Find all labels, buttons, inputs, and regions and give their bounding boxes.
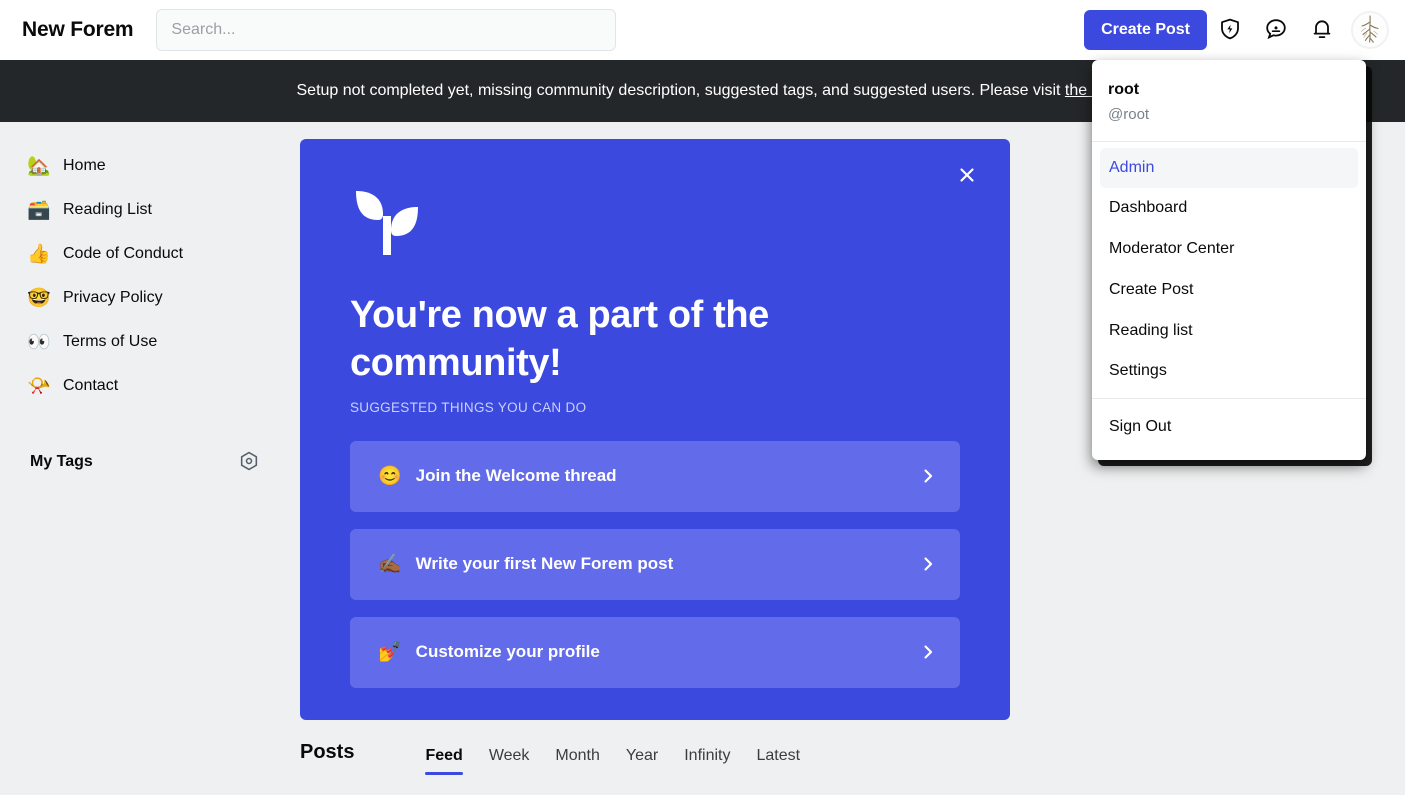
tab-infinity[interactable]: Infinity [671,746,743,775]
dropdown-user-name: root [1108,81,1140,98]
left-sidebar: 🏡 Home 🗃️ Reading List 👍 Code of Conduct… [0,122,300,795]
top-header: New Forem Create Post [0,0,1405,60]
chat-bubble-icon [1264,17,1288,44]
bell-icon-button[interactable] [1299,7,1345,53]
shield-lightning-icon [1218,17,1242,44]
my-tags-header: My Tags [24,444,276,480]
dropdown-item-create-post[interactable]: Create Post [1100,270,1358,311]
welcome-card: You're now a part of the community! SUGG… [300,139,1010,720]
site-logo-link[interactable]: New Forem [22,18,134,42]
suggested-actions-list: 😊 Join the Welcome thread ✍🏾 Write your … [350,440,960,688]
nail-polish-icon: 💅 [378,642,402,664]
avatar [1353,13,1387,47]
tag-settings-button[interactable] [236,449,262,475]
page-title: Posts [300,740,355,763]
chevron-right-icon [920,468,936,484]
sidebar-item-reading-list[interactable]: 🗃️ Reading List [24,188,276,232]
feed-tabs: Feed Week Month Year Infinity Latest [412,729,813,775]
header-actions: Create Post [1084,0,1391,60]
sidebar-item-label: Code of Conduct [63,245,184,262]
search-container [156,9,617,51]
card-file-box-icon: 🗃️ [27,200,51,221]
action-label: Join the Welcome thread [415,466,617,486]
bell-icon [1310,17,1334,44]
sidebar-item-contact[interactable]: 📯 Contact [24,364,276,408]
thumbs-up-icon: 👍 [27,244,51,265]
chevron-right-icon [920,556,936,572]
sidebar-item-label: Privacy Policy [63,289,163,306]
welcome-subtitle: SUGGESTED THINGS YOU CAN DO [350,399,587,415]
dropdown-identity: root @root [1092,60,1366,141]
user-avatar-button[interactable] [1351,11,1389,49]
chevron-right-icon [920,644,936,660]
sidebar-item-label: Terms of Use [63,333,158,350]
sidebar-item-privacy-policy[interactable]: 🤓 Privacy Policy [24,276,276,320]
sidebar-item-label: Home [63,157,106,174]
sidebar-item-code-of-conduct[interactable]: 👍 Code of Conduct [24,232,276,276]
banner-message: Setup not completed yet, missing communi… [297,82,1109,100]
dropdown-item-sign-out[interactable]: Sign Out [1100,407,1358,448]
search-input[interactable] [156,9,617,51]
welcome-title: You're now a part of the community! [350,294,769,384]
sidebar-item-home[interactable]: 🏡 Home [24,144,276,188]
my-tags-title: My Tags [30,453,93,470]
sprout-logo [350,187,960,262]
dropdown-item-settings[interactable]: Settings [1100,351,1358,392]
banner-text: Setup not completed yet, missing communi… [296,82,1065,99]
dropdown-items: Admin Dashboard Moderator Center Create … [1092,142,1366,399]
dropdown-user-handle: @root [1108,106,1150,123]
action-customize-profile[interactable]: 💅 Customize your profile [350,616,960,688]
postal-horn-icon: 📯 [27,376,51,397]
action-label: Write your first New Forem post [415,554,674,574]
sidebar-item-label: Contact [63,377,119,394]
shield-lightning-icon-button[interactable] [1207,7,1253,53]
sidebar-item-terms-of-use[interactable]: 👀 Terms of Use [24,320,276,364]
eyes-icon: 👀 [27,332,51,353]
close-welcome-card-button[interactable] [952,161,982,191]
dropdown-item-admin[interactable]: Admin [1100,147,1358,189]
action-join-welcome-thread[interactable]: 😊 Join the Welcome thread [350,440,960,512]
action-write-first-post[interactable]: ✍🏾 Write your first New Forem post [350,528,960,600]
tab-month[interactable]: Month [542,746,612,775]
smiling-face-icon: 😊 [378,466,402,488]
close-icon [957,165,977,188]
dropdown-item-moderator-center[interactable]: Moderator Center [1100,229,1358,270]
nerd-face-icon: 🤓 [27,288,51,309]
sidebar-item-label: Reading List [63,201,152,218]
tab-year[interactable]: Year [613,746,671,775]
tag-settings-icon [238,450,260,475]
user-dropdown-menu: root @root Admin Dashboard Moderator Cen… [1092,60,1366,461]
dropdown-item-dashboard[interactable]: Dashboard [1100,188,1358,229]
dropdown-signout-group: Sign Out [1092,399,1366,460]
chat-bubble-icon-button[interactable] [1253,7,1299,53]
tab-feed[interactable]: Feed [412,746,475,775]
posts-section-header: Posts Feed Week Month Year Infinity Late… [300,722,1010,782]
house-with-garden-icon: 🏡 [27,156,51,177]
writing-hand-icon: ✍🏾 [378,554,402,576]
tab-week[interactable]: Week [476,746,543,775]
tab-latest[interactable]: Latest [743,746,813,775]
dropdown-item-reading-list[interactable]: Reading list [1100,311,1358,352]
action-label: Customize your profile [415,642,600,662]
create-post-button[interactable]: Create Post [1084,10,1207,50]
